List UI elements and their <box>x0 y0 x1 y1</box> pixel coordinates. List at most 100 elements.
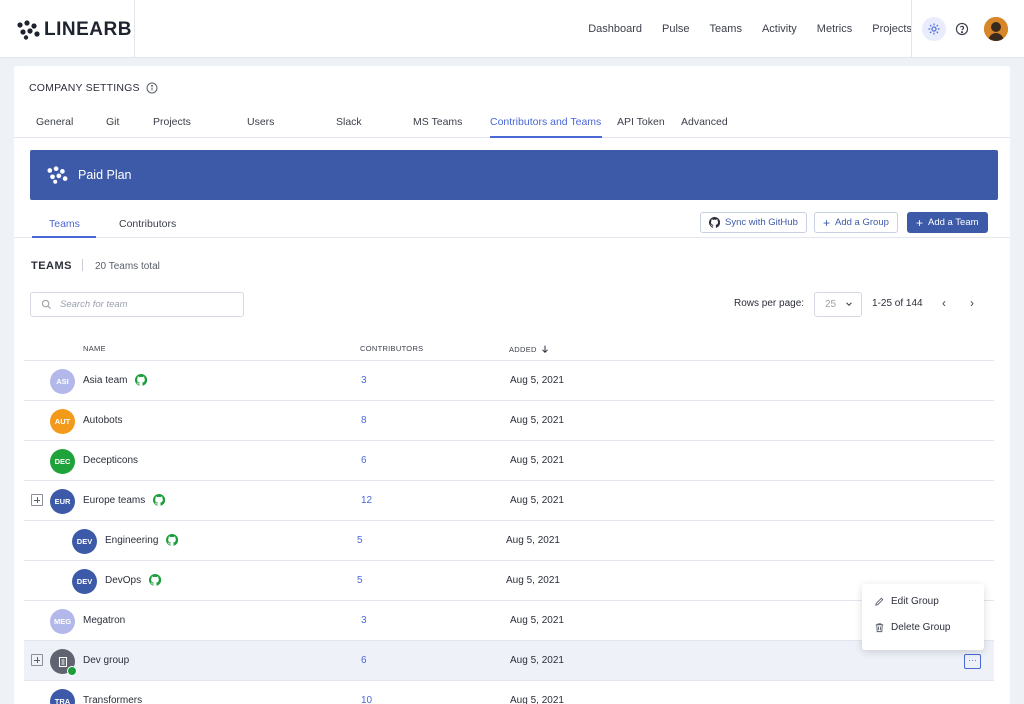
tab-users[interactable]: Users <box>247 116 274 128</box>
tab-general[interactable]: General <box>36 116 73 128</box>
table-row[interactable]: DEC Decepticons 6 Aug 5, 2021 <box>24 441 994 481</box>
team-name[interactable]: DevOps <box>105 575 141 586</box>
nav-teams[interactable]: Teams <box>710 23 742 35</box>
next-page-button[interactable]: › <box>970 296 974 310</box>
team-name[interactable]: Dev group <box>83 655 129 666</box>
nav-activity[interactable]: Activity <box>762 23 797 35</box>
team-avatar: AUT <box>50 409 75 434</box>
table-row[interactable]: Dev group 6 Aug 5, 2021 ··· <box>24 641 994 681</box>
group-context-menu: Edit Group Delete Group <box>862 584 984 650</box>
delete-group-menu-item[interactable]: Delete Group <box>874 622 950 633</box>
tab-advanced[interactable]: Advanced <box>681 116 728 128</box>
tab-git[interactable]: Git <box>106 116 119 128</box>
table-row[interactable]: DEV Engineering 5 Aug 5, 2021 <box>24 521 994 561</box>
contributors-count[interactable]: 12 <box>361 495 372 506</box>
settings-button[interactable] <box>922 17 946 41</box>
table-row[interactable]: EUR Europe teams 12 Aug 5, 2021 <box>24 481 994 521</box>
rows-per-page-select[interactable]: 25 <box>814 292 862 317</box>
tab-api-token[interactable]: API Token <box>617 116 665 128</box>
search-team-input[interactable]: Search for team <box>30 292 244 317</box>
info-icon[interactable] <box>146 82 158 94</box>
user-avatar-icon <box>984 17 1008 41</box>
more-options-button[interactable]: ··· <box>964 654 981 669</box>
table-row[interactable]: MEG Megatron 3 Aug 5, 2021 <box>24 601 994 641</box>
contributors-count[interactable]: 3 <box>361 375 367 386</box>
contributors-count[interactable]: 6 <box>361 655 367 666</box>
active-subtab-indicator <box>32 236 96 238</box>
rows-per-page-value: 25 <box>825 299 837 310</box>
contributors-count[interactable]: 5 <box>357 575 363 586</box>
table-row[interactable]: TRA Transformers 10 Aug 5, 2021 <box>24 681 994 704</box>
team-name[interactable]: Megatron <box>83 615 125 626</box>
search-placeholder: Search for team <box>60 299 128 310</box>
team-name[interactable]: Asia team <box>83 375 127 386</box>
tab-ms-teams[interactable]: MS Teams <box>413 116 462 128</box>
subtab-teams[interactable]: Teams <box>49 218 80 230</box>
contributors-count[interactable]: 5 <box>357 535 363 546</box>
added-date: Aug 5, 2021 <box>510 415 564 426</box>
previous-page-button[interactable]: ‹ <box>942 296 946 310</box>
added-date: Aug 5, 2021 <box>510 375 564 386</box>
contributors-count[interactable]: 8 <box>361 415 367 426</box>
table-row[interactable]: ASI Asia team 3 Aug 5, 2021 <box>24 361 994 401</box>
expand-group-toggle[interactable] <box>31 494 43 506</box>
team-name[interactable]: Decepticons <box>83 455 138 466</box>
user-avatar[interactable] <box>984 17 1008 41</box>
added-date: Aug 5, 2021 <box>510 455 564 466</box>
nav-divider <box>911 0 912 58</box>
linearb-mark-icon <box>47 166 68 184</box>
tab-slack[interactable]: Slack <box>336 116 362 128</box>
status-dot-icon <box>67 666 77 676</box>
added-date: Aug 5, 2021 <box>510 615 564 626</box>
added-date: Aug 5, 2021 <box>506 535 560 546</box>
column-added[interactable]: ADDED <box>509 344 550 354</box>
team-avatar: TRA <box>50 689 75 704</box>
subtab-contributors[interactable]: Contributors <box>119 218 176 230</box>
teams-count: 20 Teams total <box>95 261 160 272</box>
team-avatar: DEV <box>72 569 97 594</box>
expand-group-toggle[interactable] <box>31 654 43 666</box>
rows-per-page-label: Rows per page: <box>734 298 805 309</box>
pagination-range: 1-25 of 144 <box>872 298 923 309</box>
sync-github-button[interactable]: Sync with GitHub <box>700 212 807 233</box>
tab-projects[interactable]: Projects <box>153 116 191 128</box>
contributors-count[interactable]: 3 <box>361 615 367 626</box>
linearb-logo[interactable]: LINEARB <box>16 19 132 41</box>
plan-banner: Paid Plan <box>30 150 998 200</box>
contributors-count[interactable]: 10 <box>361 695 372 704</box>
nav-pulse[interactable]: Pulse <box>662 23 690 35</box>
sort-desc-icon <box>541 345 548 354</box>
settings-card: COMPANY SETTINGS General Git Projects Us… <box>14 66 1010 704</box>
trash-icon <box>875 623 884 633</box>
team-name[interactable]: Transformers <box>83 695 142 704</box>
active-tab-indicator <box>490 136 602 138</box>
nav-metrics[interactable]: Metrics <box>817 23 852 35</box>
delete-group-label: Delete Group <box>891 622 951 633</box>
team-name[interactable]: Autobots <box>83 415 122 426</box>
column-contributors[interactable]: CONTRIBUTORS <box>360 344 423 353</box>
plus-icon: + <box>823 215 831 230</box>
nav-projects[interactable]: Projects <box>872 23 912 35</box>
teams-title-divider <box>82 259 83 271</box>
github-icon <box>166 534 179 546</box>
edit-group-menu-item[interactable]: Edit Group <box>874 596 939 607</box>
nav-dashboard[interactable]: Dashboard <box>588 23 642 35</box>
add-group-button[interactable]: + Add a Group <box>814 212 898 233</box>
help-icon <box>955 22 969 36</box>
column-name[interactable]: NAME <box>83 344 106 353</box>
top-bar: LINEARB Dashboard Pulse Teams Activity M… <box>0 0 1024 58</box>
help-button[interactable] <box>950 17 974 41</box>
contributors-count[interactable]: 6 <box>361 455 367 466</box>
page-title: COMPANY SETTINGS <box>29 82 158 94</box>
table-row[interactable]: DEV DevOps 5 Aug 5, 2021 <box>24 561 994 601</box>
team-name[interactable]: Europe teams <box>83 495 145 506</box>
added-date: Aug 5, 2021 <box>506 575 560 586</box>
tab-contributors-and-teams[interactable]: Contributors and Teams <box>490 116 601 128</box>
table-row[interactable]: AUT Autobots 8 Aug 5, 2021 <box>24 401 994 441</box>
github-icon <box>709 217 720 228</box>
add-team-button[interactable]: + Add a Team <box>907 212 988 233</box>
column-added-label: ADDED <box>509 344 537 354</box>
teams-section-title: TEAMS <box>31 260 72 272</box>
added-date: Aug 5, 2021 <box>510 695 564 704</box>
team-name[interactable]: Engineering <box>105 535 158 546</box>
